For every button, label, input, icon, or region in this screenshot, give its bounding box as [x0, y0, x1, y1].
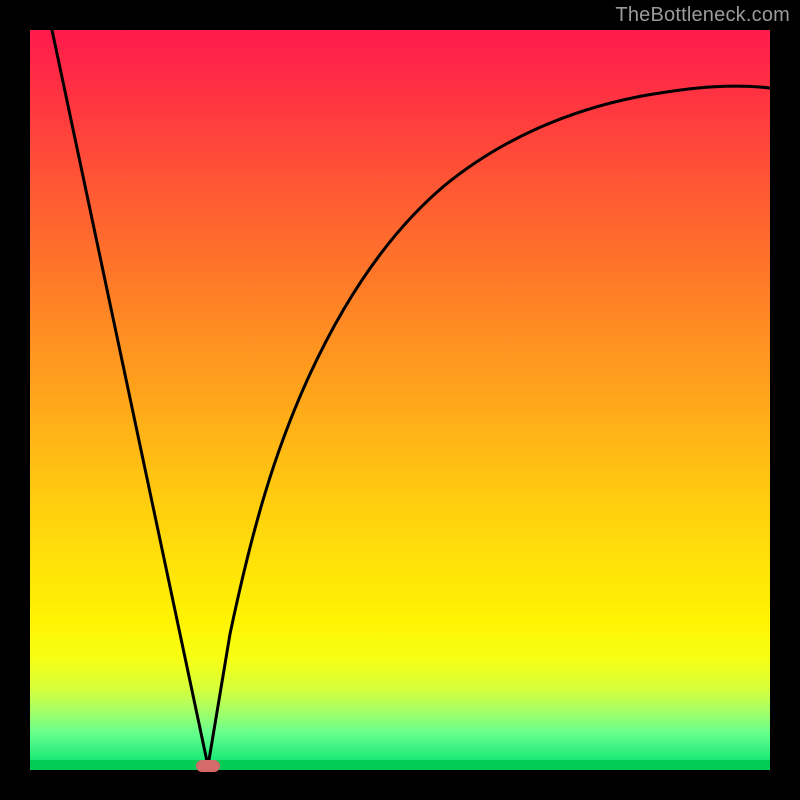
plot-area: [30, 30, 770, 770]
watermark-text: TheBottleneck.com: [615, 4, 790, 27]
bottleneck-curve: [30, 30, 770, 770]
min-marker: [196, 760, 220, 772]
right-curve: [208, 86, 770, 766]
chart-frame: TheBottleneck.com: [0, 0, 800, 800]
left-line: [52, 30, 208, 766]
